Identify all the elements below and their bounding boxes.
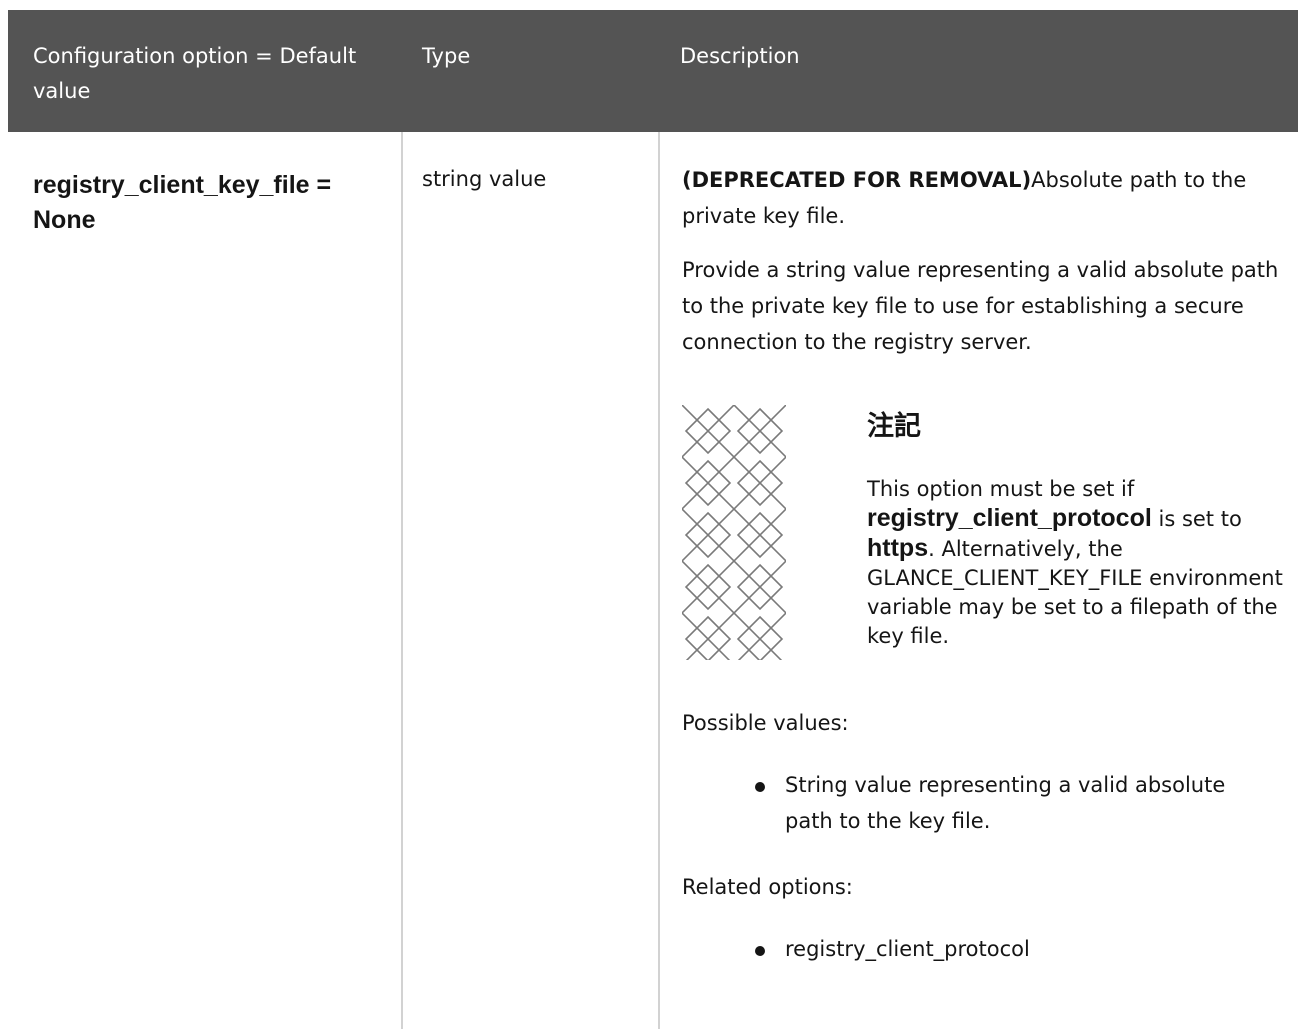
bullet-icon: [755, 782, 765, 792]
note-text: . Alternatively, the GLANCE_CLIENT_KEY_F…: [867, 537, 1283, 648]
note-admonition: 注記 This option must be set if registry_c…: [682, 405, 1283, 665]
list-item: registry_client_protocol: [755, 931, 1265, 967]
header-option: Configuration option = Default value: [33, 44, 357, 103]
note-body: This option must be set if registry_clie…: [867, 475, 1297, 651]
possible-values-label: Possible values:: [682, 711, 849, 735]
note-text: is set to: [1151, 507, 1242, 531]
table-row: registry_client_key_file = None string v…: [8, 132, 1298, 1029]
config-table: Configuration option = Default value Typ…: [8, 10, 1298, 1029]
list-item-text: registry_client_protocol: [785, 937, 1030, 961]
note-title: 注記: [867, 411, 921, 442]
related-options-label: Related options:: [682, 875, 853, 899]
possible-values-list: String value representing a valid absolu…: [682, 767, 1282, 839]
column-divider: [658, 132, 660, 1029]
column-divider: [401, 132, 403, 1029]
note-option-name: registry_client_protocol: [867, 504, 1152, 532]
table-header: Configuration option = Default value Typ…: [8, 10, 1298, 132]
option-cell: registry_client_key_file = None: [33, 171, 332, 234]
header-description: Description: [680, 44, 800, 68]
type-cell: string value: [422, 167, 547, 191]
header-type: Type: [422, 44, 471, 68]
deprecated-tag: (DEPRECATED FOR REMOVAL): [682, 168, 1032, 192]
provide-paragraph: Provide a string value representing a va…: [682, 258, 1279, 354]
description-cell: (DEPRECATED FOR REMOVAL)Absolute path to…: [682, 162, 1283, 967]
description-intro: (DEPRECATED FOR REMOVAL)Absolute path to…: [682, 162, 1282, 234]
bullet-icon: [755, 946, 765, 956]
list-item-text: String value representing a valid absolu…: [785, 773, 1226, 833]
related-options-list: registry_client_protocol: [682, 931, 1282, 967]
note-text: This option must be set if: [867, 477, 1135, 501]
note-option-value: https: [867, 534, 929, 562]
note-pattern-icon: [682, 405, 786, 660]
list-item: String value representing a valid absolu…: [755, 767, 1265, 839]
